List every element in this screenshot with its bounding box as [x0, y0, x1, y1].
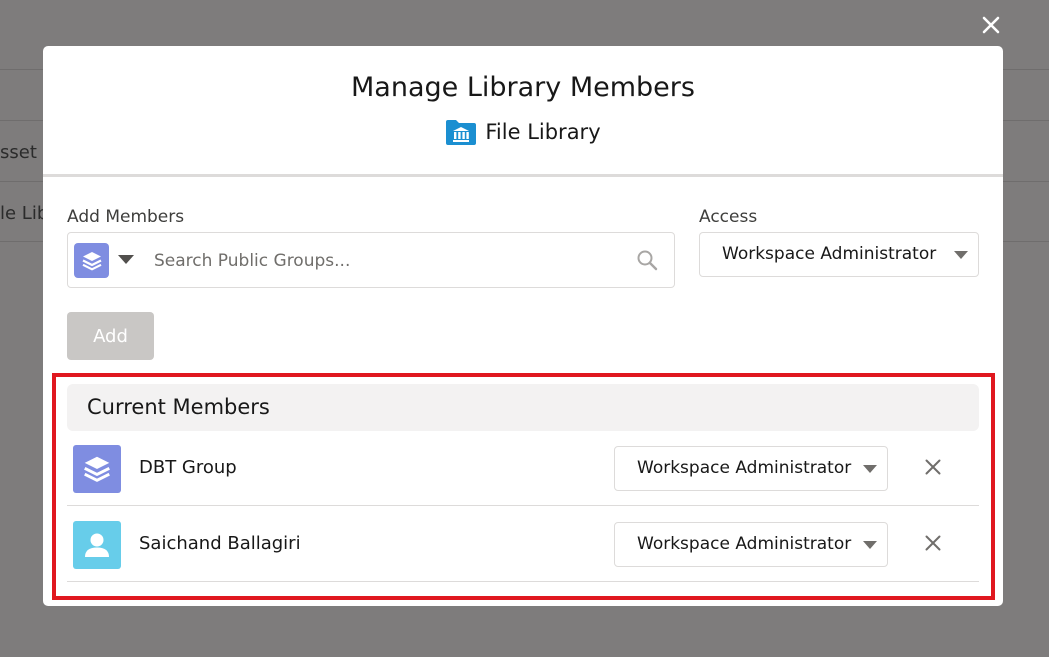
manage-members-modal: Manage Library Members File Library Add …: [43, 46, 1003, 606]
access-select[interactable]: Workspace Administrator: [699, 232, 979, 277]
member-access-value: Workspace Administrator: [637, 534, 852, 554]
member-access-select[interactable]: Workspace Administrator: [614, 446, 888, 491]
library-name: File Library: [485, 120, 601, 144]
add-members-label: Add Members: [67, 207, 185, 227]
group-stack-icon: [84, 456, 110, 482]
search-public-groups-input[interactable]: [154, 245, 624, 277]
member-avatar: [73, 445, 121, 493]
chevron-down-icon: [954, 251, 968, 259]
member-access-value: Workspace Administrator: [637, 458, 852, 478]
access-select-value: Workspace Administrator: [722, 244, 937, 264]
member-name: Saichand Ballagiri: [139, 533, 301, 554]
search-icon[interactable]: [636, 249, 658, 271]
close-icon: [925, 459, 941, 475]
member-type-selector[interactable]: [74, 243, 109, 278]
remove-member-button[interactable]: [919, 453, 947, 481]
add-button[interactable]: Add: [67, 312, 154, 360]
member-search-combobox: [67, 232, 675, 288]
member-avatar: [73, 521, 121, 569]
modal-title: Manage Library Members: [351, 72, 695, 103]
current-members-title: Current Members: [87, 395, 270, 419]
chevron-down-icon[interactable]: [118, 255, 134, 264]
chevron-down-icon: [863, 465, 877, 473]
member-access-select[interactable]: Workspace Administrator: [614, 522, 888, 567]
member-row: Saichand Ballagiri Workspace Administrat…: [67, 507, 979, 582]
close-icon: [982, 16, 1000, 34]
close-modal-button[interactable]: [974, 8, 1008, 42]
modal-header: Manage Library Members File Library: [43, 46, 1003, 177]
current-members-header: Current Members: [67, 384, 979, 431]
member-row: DBT Group Workspace Administrator: [67, 431, 979, 506]
library-name-heading: File Library: [43, 118, 1003, 146]
chevron-down-icon: [863, 541, 877, 549]
background-list-item: le Lib: [0, 203, 49, 224]
user-avatar-icon: [85, 533, 109, 557]
close-icon: [925, 535, 941, 551]
member-name: DBT Group: [139, 457, 237, 478]
remove-member-button[interactable]: [919, 529, 947, 557]
library-folder-icon: [446, 120, 477, 145]
stack-icon: [82, 251, 101, 270]
access-label: Access: [699, 207, 758, 227]
